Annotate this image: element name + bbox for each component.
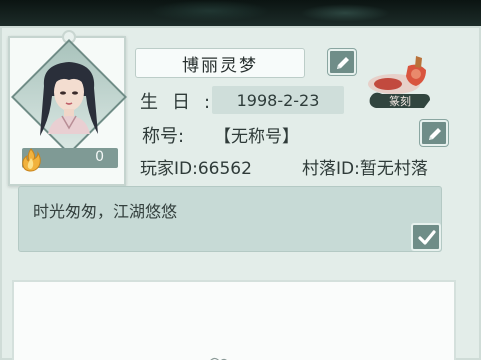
- flame-icon: [22, 148, 41, 172]
- portrait-card[interactable]: 0: [8, 30, 127, 186]
- title-value: 【无称号】: [214, 127, 299, 147]
- seal-engraving-button[interactable]: 篆刻: [364, 50, 442, 114]
- ink-wash-decoration: [300, 4, 390, 22]
- edit-name-button[interactable]: [328, 49, 356, 75]
- player-id: 玩家ID:66562: [140, 159, 252, 179]
- ink-wash-decoration: [150, 0, 270, 22]
- signature-input[interactable]: 时光匆匆，江湖悠悠: [18, 186, 442, 252]
- birthday-value: 1998-2-23: [212, 86, 344, 114]
- avatar-portrait: [40, 62, 98, 136]
- checkmark-icon: [418, 230, 436, 245]
- signature-text: 时光匆匆，江湖悠悠: [33, 202, 178, 221]
- title-label: 称号:: [142, 126, 185, 147]
- brush-mark-decoration: [210, 357, 227, 360]
- village-id: 村落ID:暂无村落: [302, 159, 428, 179]
- profile-panel: 0 博丽灵梦 篆刻 生日: 1998-2-23 称号: 【无称号】 玩家ID:6…: [0, 26, 481, 360]
- edit-title-button[interactable]: [420, 120, 448, 146]
- edit-pencil-icon: [337, 57, 349, 69]
- player-name-field: 博丽灵梦: [135, 48, 305, 78]
- edit-pencil-icon: [429, 128, 441, 140]
- fame-value: 0: [95, 149, 104, 165]
- avatar: [28, 56, 110, 138]
- confirm-signature-button[interactable]: [411, 223, 441, 251]
- lower-content-area: [12, 280, 456, 360]
- seal-label: 篆刻: [389, 94, 411, 108]
